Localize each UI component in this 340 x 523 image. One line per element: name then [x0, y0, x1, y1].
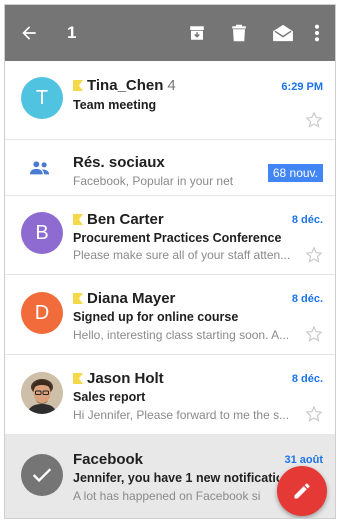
category-snippet: Facebook, Popular in your net	[73, 174, 234, 188]
category-row-social[interactable]: Rés. sociaux Facebook, Popular in your n…	[5, 140, 335, 196]
sender: Jason Holt	[73, 370, 164, 387]
selected-count: 1	[67, 23, 77, 42]
new-count-badge: 68 nouv.	[267, 164, 323, 182]
email-subject: Team meeting	[73, 98, 157, 112]
email-subject: Jennifer, you have 1 new notification	[73, 471, 279, 485]
email-snippet: Hello, interesting class starting soon. …	[73, 328, 290, 342]
email-date: 8 déc.	[291, 293, 323, 305]
email-row-tina-chen[interactable]: T Tina_Chen 4 6:29 PM Team meeting	[5, 61, 335, 140]
sender-name: Diana Mayer	[87, 290, 176, 307]
more-vert-icon[interactable]	[305, 21, 329, 45]
star-icon[interactable]	[305, 111, 323, 129]
inbox-screen: 1 T Tina_Chen 4 6:29 PM Team meeting Rés.…	[4, 4, 336, 519]
email-row-diana-mayer[interactable]: D Diana Mayer 8 déc. Signed up for onlin…	[5, 275, 335, 355]
email-row-jason-holt[interactable]: Jason Holt 8 déc. Sales report Hi Jennif…	[5, 355, 335, 435]
email-row-ben-carter[interactable]: B Ben Carter 8 déc. Procurement Practice…	[5, 196, 335, 275]
sender-name: Jason Holt	[87, 370, 164, 387]
email-date: 31 août	[284, 454, 323, 466]
back-arrow-icon[interactable]	[17, 21, 41, 45]
avatar: D	[21, 292, 63, 334]
mark-read-icon[interactable]	[271, 21, 295, 45]
archive-icon[interactable]	[185, 21, 209, 45]
check-icon[interactable]	[21, 454, 63, 496]
important-marker-icon	[73, 293, 83, 304]
email-date: 8 déc.	[291, 373, 323, 385]
category-name: Rés. sociaux	[73, 154, 165, 171]
star-icon[interactable]	[305, 246, 323, 264]
sender: Diana Mayer	[73, 290, 175, 307]
pencil-icon	[294, 483, 310, 499]
star-icon[interactable]	[305, 325, 323, 343]
delete-icon[interactable]	[227, 21, 251, 45]
sender-name: Ben Carter	[87, 211, 164, 228]
sender-name: Tina_Chen	[87, 77, 164, 94]
email-snippet: Please make sure all of your staff atten…	[73, 248, 291, 262]
avatar: B	[21, 212, 63, 254]
email-subject: Sales report	[73, 390, 146, 404]
sender: Tina_Chen 4	[73, 77, 176, 94]
email-date: 6:29 PM	[281, 81, 323, 93]
email-snippet: A lot has happened on Facebook si	[73, 489, 261, 503]
sender: Ben Carter	[73, 211, 164, 228]
email-subject: Procurement Practices Conference	[73, 231, 282, 245]
avatar: T	[21, 77, 63, 119]
email-date: 8 déc.	[291, 214, 323, 226]
email-subject: Signed up for online course	[73, 310, 239, 324]
sender-name: Facebook	[73, 451, 144, 468]
star-icon[interactable]	[305, 405, 323, 423]
important-marker-icon	[73, 373, 83, 384]
people-icon	[29, 160, 51, 181]
important-marker-icon	[73, 80, 83, 91]
compose-button[interactable]	[277, 466, 327, 516]
email-snippet: Hi Jennifer, Please forward to me the s.…	[73, 408, 290, 422]
thread-count: 4	[167, 77, 176, 94]
important-marker-icon	[73, 214, 83, 225]
avatar-photo	[21, 372, 63, 414]
selection-action-bar: 1	[5, 5, 335, 61]
